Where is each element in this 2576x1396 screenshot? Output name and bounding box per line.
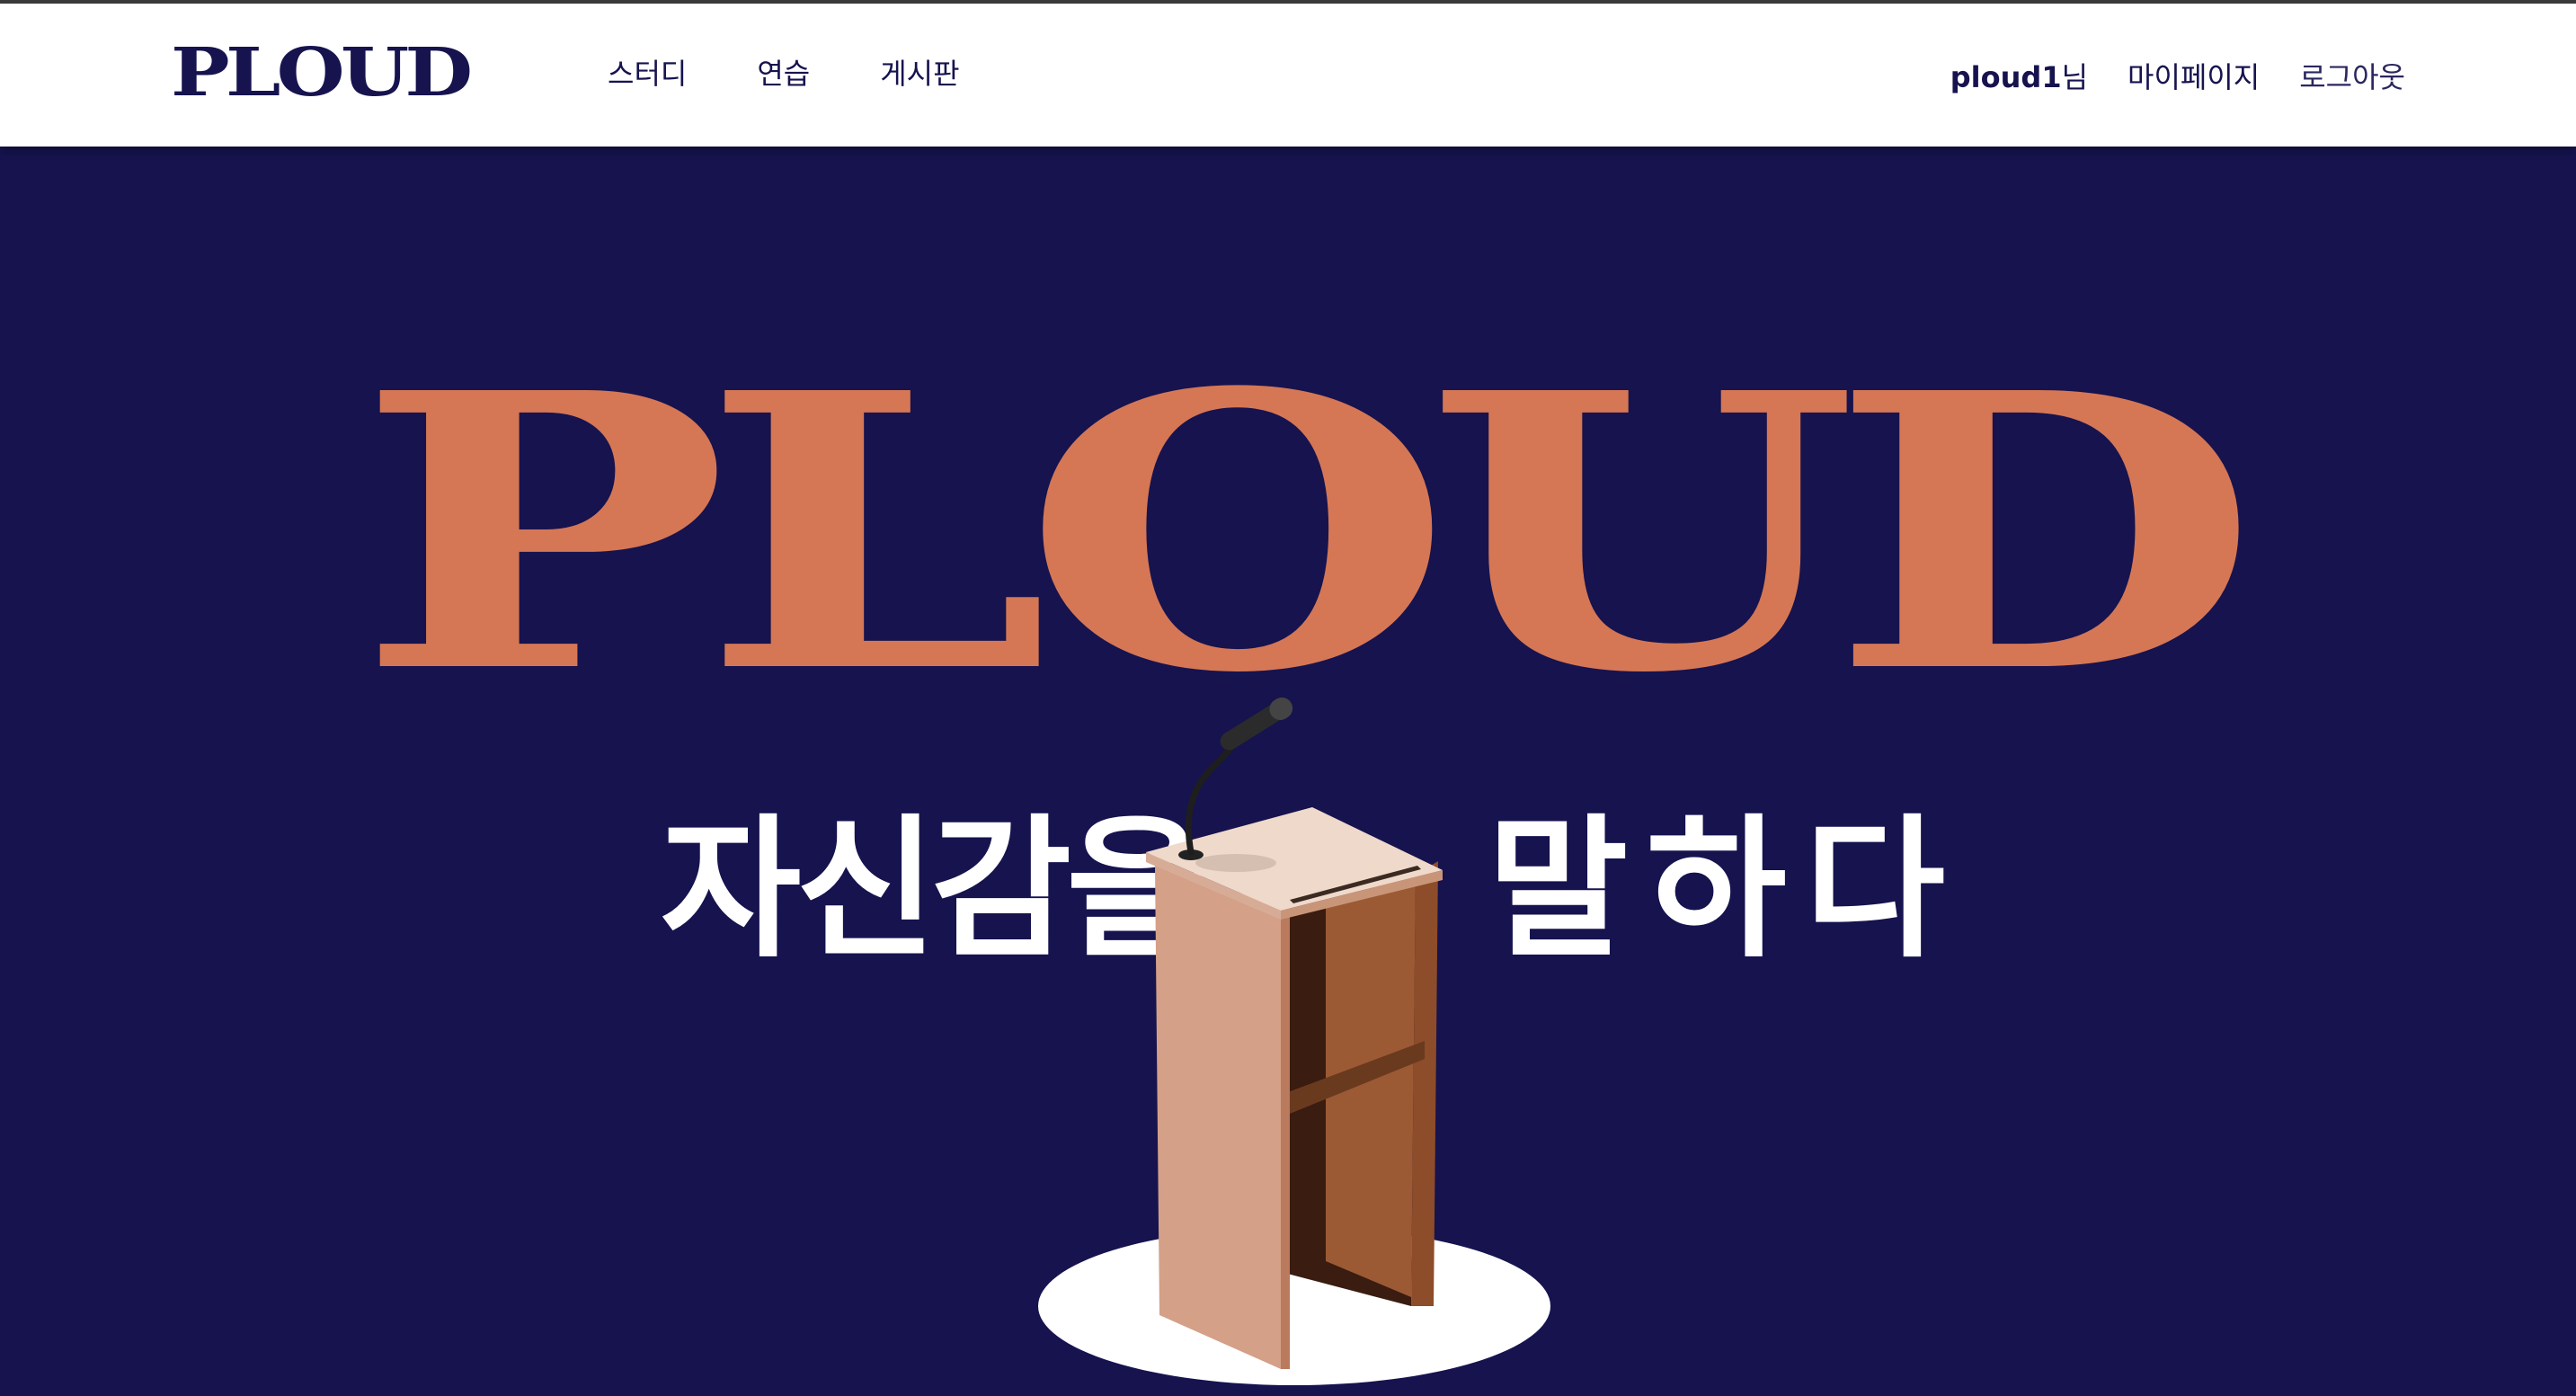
user-menu: ploud1님 마이페이지 로그아웃 [1950, 63, 2405, 92]
podium-front-edge [1281, 902, 1290, 1369]
logout-link[interactable]: 로그아웃 [2299, 63, 2405, 92]
hero-banner: PLOUD 자신감을 말하다 [0, 147, 2576, 1385]
nav-item-board[interactable]: 게시판 [880, 59, 959, 88]
nav-item-study[interactable]: 스터디 [608, 59, 687, 88]
logo[interactable]: PLOUD [171, 40, 473, 106]
microphone-shadow [1195, 854, 1276, 872]
top-navigation-bar: PLOUD 스터디 연습 게시판 ploud1님 마이페이지 로그아웃 [0, 0, 2576, 147]
user-greeting: ploud1님 [1950, 63, 2088, 92]
podium-right-side [1411, 861, 1438, 1306]
user-name-suffix: 님 [2061, 60, 2089, 94]
podium-icon [1038, 697, 1550, 1385]
mypage-link[interactable]: 마이페이지 [2127, 63, 2260, 92]
nav-item-practice[interactable]: 연습 [757, 59, 810, 88]
podium-front [1155, 866, 1281, 1369]
user-name: ploud1 [1950, 60, 2062, 94]
main-nav: 스터디 연습 게시판 [608, 59, 960, 88]
